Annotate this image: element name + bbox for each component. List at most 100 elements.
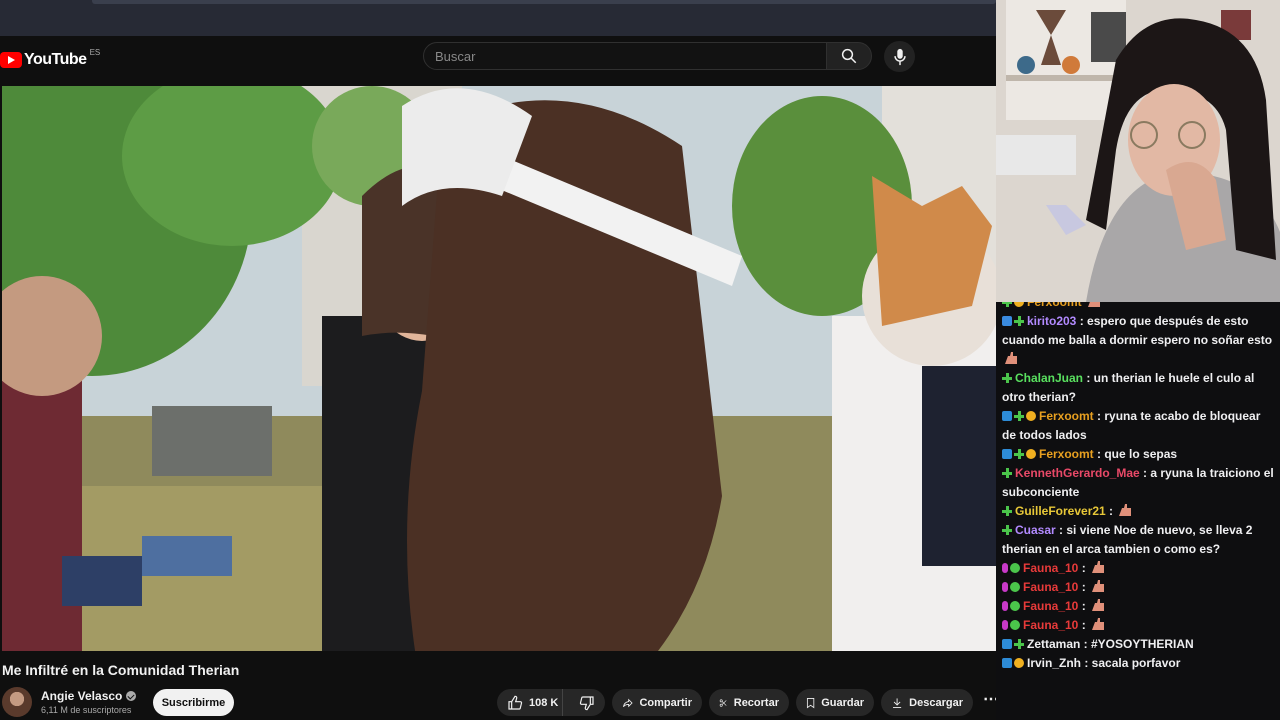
prime-badge-icon: [1002, 449, 1012, 459]
chat-message: Ferxoomt: [1002, 302, 1280, 312]
chat-username[interactable]: Fauna_10: [1023, 618, 1078, 632]
chat-username[interactable]: Fauna_10: [1023, 561, 1078, 575]
chat-badges: [1002, 373, 1012, 383]
chat-message: Cuasar : si viene Noe de nuevo, se lleva…: [1002, 521, 1280, 559]
chat-message: KennethGerardo_Mae : a ryuna la traicion…: [1002, 464, 1280, 502]
channel-avatar[interactable]: [2, 687, 32, 717]
webcam-frame: [996, 0, 1280, 302]
dot-badge-icon: [1010, 601, 1020, 611]
cube-badge-icon: [1002, 316, 1012, 326]
plus-badge-icon: [1014, 316, 1024, 326]
emote-icon: [1089, 617, 1107, 631]
like-button[interactable]: 108 K: [497, 689, 563, 716]
video-player[interactable]: [2, 86, 996, 651]
mic-badge-icon: [1002, 563, 1008, 573]
channel-name[interactable]: Angie Velasco: [41, 689, 122, 703]
plus-badge-icon: [1002, 302, 1012, 307]
chat-badges: [1002, 620, 1020, 630]
plus-badge-icon: [1002, 525, 1012, 535]
emote-icon: [1089, 598, 1107, 612]
chat-badges: [1002, 601, 1020, 611]
chat-badges: [1002, 316, 1024, 326]
chat-username[interactable]: Ferxoomt: [1039, 409, 1094, 423]
clip-label: Recortar: [733, 696, 779, 709]
chat-message: Fauna_10 :: [1002, 578, 1280, 597]
youtube-header: YouTube ES: [0, 36, 996, 86]
coin-badge-icon: [1026, 449, 1036, 459]
subscribe-button[interactable]: Suscribirme: [153, 689, 234, 716]
emote-icon: [1089, 560, 1107, 574]
mic-badge-icon: [1002, 620, 1008, 630]
voice-search-button[interactable]: [884, 41, 915, 72]
emote-icon: [1116, 503, 1134, 517]
prime-badge-icon: [1002, 658, 1012, 668]
download-button[interactable]: Descargar: [881, 689, 973, 716]
chat-badges: [1002, 449, 1036, 459]
chat-message: Irvin_Znh : sacala porfavor: [1002, 654, 1280, 673]
chat-message: Zettaman : #YOSOYTHERIAN: [1002, 635, 1280, 654]
chat-message: Fauna_10 :: [1002, 597, 1280, 616]
chat-username[interactable]: kirito203: [1027, 314, 1076, 328]
clip-button[interactable]: Recortar: [709, 689, 789, 716]
chat-text: :: [1078, 618, 1090, 632]
dislike-button[interactable]: [569, 689, 605, 716]
plus-badge-icon: [1014, 449, 1024, 459]
search-input[interactable]: [435, 48, 826, 64]
plus-badge-icon: [1002, 506, 1012, 516]
chat-username[interactable]: Cuasar: [1015, 523, 1056, 537]
video-title: Me Infiltré en la Comunidad Therian: [2, 662, 240, 678]
save-button[interactable]: Guardar: [796, 689, 874, 716]
like-dislike-group: 108 K: [497, 689, 605, 716]
plus-badge-icon: [1014, 639, 1024, 649]
scissors-icon: [719, 698, 727, 707]
chat-badges: [1002, 639, 1024, 649]
chat-username[interactable]: ChalanJuan: [1015, 371, 1083, 385]
coin-badge-icon: [1014, 302, 1024, 307]
chat-username[interactable]: Ferxoomt: [1027, 302, 1082, 309]
dot-badge-icon: [1010, 563, 1020, 573]
twitch-chat: Ferxoomt kirito203 : espero que después …: [996, 302, 1280, 720]
channel-name-row[interactable]: Angie Velasco: [41, 689, 137, 703]
chat-badges: [1002, 658, 1024, 668]
chat-badges: [1002, 302, 1024, 307]
chat-badges: [1002, 582, 1020, 592]
chat-username[interactable]: Fauna_10: [1023, 580, 1078, 594]
prime-badge-icon: [1002, 639, 1012, 649]
prime-badge-icon: [1002, 411, 1012, 421]
chat-username[interactable]: KennethGerardo_Mae: [1015, 466, 1140, 480]
chat-badges: [1002, 411, 1036, 421]
like-count: 108 K: [529, 696, 559, 709]
chat-text: :: [1078, 561, 1090, 575]
chat-username[interactable]: Irvin_Znh: [1027, 656, 1081, 670]
plus-badge-icon: [1002, 468, 1012, 478]
verified-icon: [126, 691, 137, 701]
download-icon: [893, 697, 902, 708]
chat-message: ChalanJuan : un therian le huele el culo…: [1002, 369, 1280, 407]
coin-badge-icon: [1026, 411, 1036, 421]
search-box[interactable]: [423, 42, 827, 70]
streamer-webcam: [996, 0, 1280, 302]
chat-text: : sacala porfavor: [1081, 656, 1181, 670]
subscriber-count: 6,11 M de suscriptores: [41, 705, 132, 715]
search-button[interactable]: [826, 42, 872, 70]
thumbs-up-icon: [508, 695, 523, 710]
youtube-logo[interactable]: YouTube ES: [0, 48, 100, 72]
share-button[interactable]: Compartir: [612, 689, 702, 716]
bookmark-icon: [806, 697, 815, 708]
thumbs-down-icon: [579, 695, 594, 710]
chat-username[interactable]: Ferxoomt: [1039, 447, 1094, 461]
chat-username[interactable]: Zettaman: [1027, 637, 1080, 651]
search-icon: [841, 48, 857, 64]
chat-username[interactable]: GuilleForever21: [1015, 504, 1106, 518]
plus-badge-icon: [1002, 373, 1012, 383]
plus-badge-icon: [1014, 411, 1024, 421]
chat-badges: [1002, 468, 1012, 478]
region-code: ES: [89, 47, 101, 57]
chat-message: Ferxoomt : ryuna te acabo de bloquear de…: [1002, 407, 1280, 445]
chat-message: Fauna_10 :: [1002, 616, 1280, 635]
chat-text: :: [1078, 580, 1090, 594]
chat-text: :: [1105, 504, 1117, 518]
chat-message: Fauna_10 :: [1002, 559, 1280, 578]
chat-username[interactable]: Fauna_10: [1023, 599, 1078, 613]
chat-message: GuilleForever21 :: [1002, 502, 1280, 521]
